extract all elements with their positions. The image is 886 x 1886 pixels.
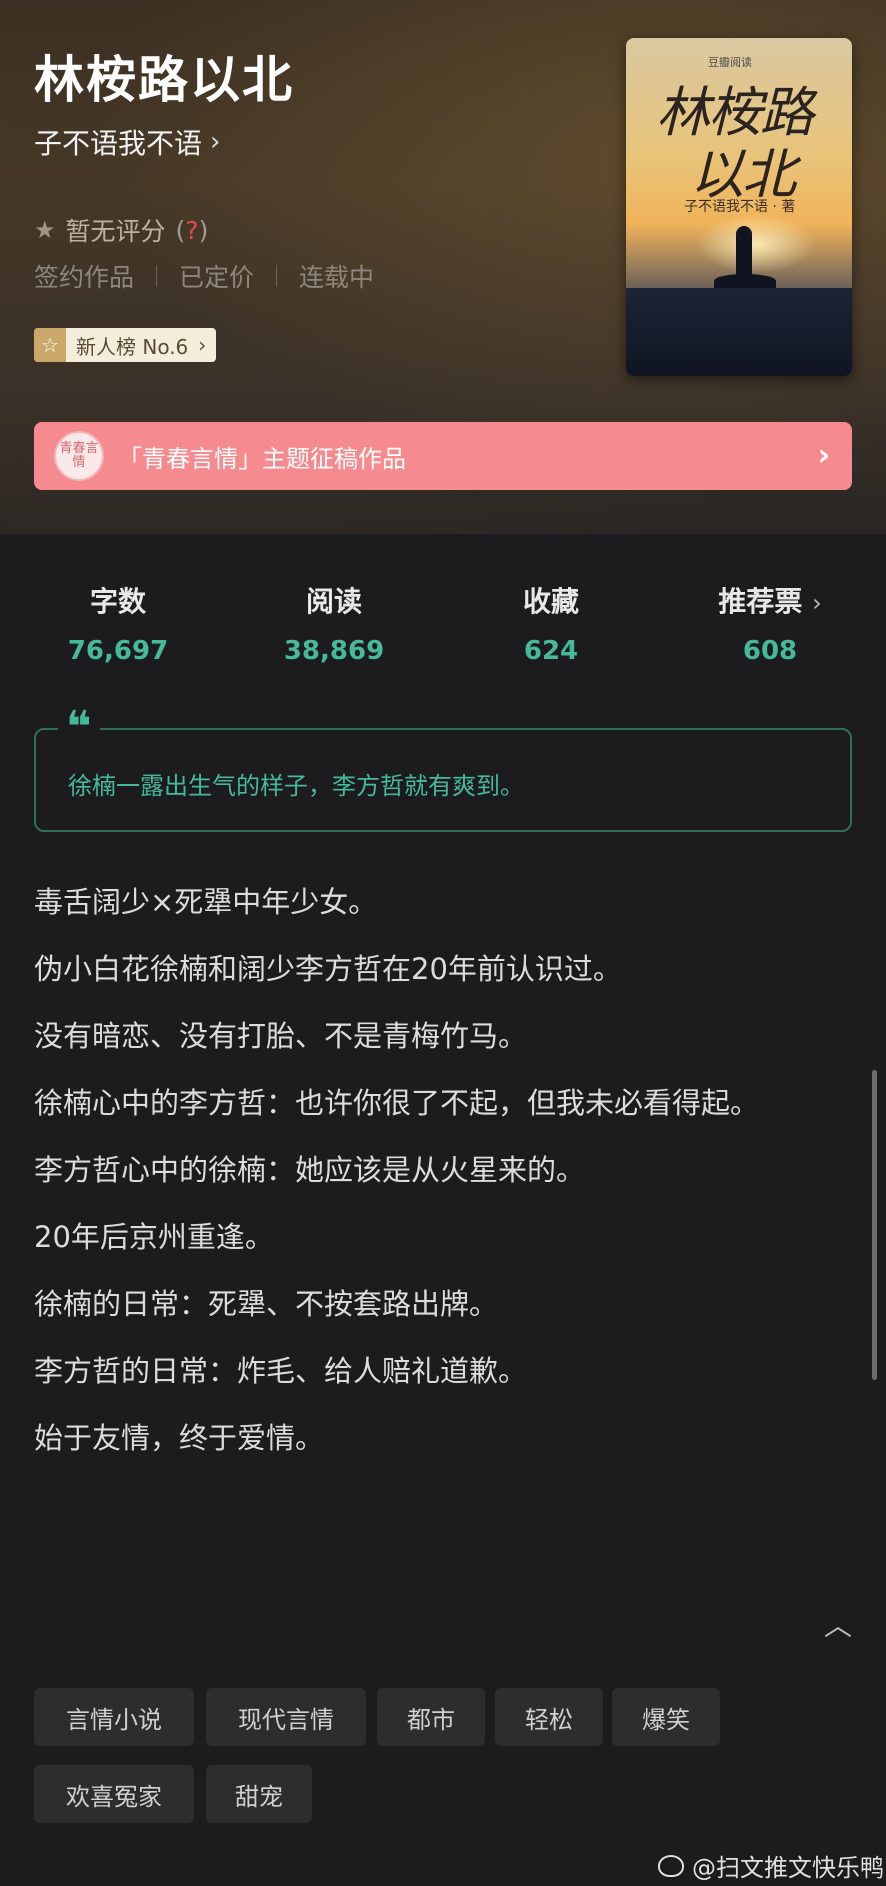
cover-silhouette [736,226,752,280]
stats-row: 字数 76,697 阅读 38,869 收藏 624 推荐票 › 608 [0,580,886,670]
stat-value: 624 [523,636,579,666]
stat-label: 字数 [89,585,146,618]
synopsis-line: 徐楠的日常：死犟、不按套路出牌。 [34,1287,499,1321]
synopsis-line: 20年后京州重逢。 [34,1220,274,1254]
stat-value: 76,697 [67,636,169,666]
book-cover[interactable]: 豆瓣阅读 林桉路 以北 子不语我不语 · 著 [626,38,852,376]
synopsis-line: 始于友情，终于爱情。 [34,1421,325,1455]
tag-chip[interactable]: 言情小说 [34,1688,194,1746]
chevron-right-icon: › [812,589,822,617]
synopsis-line: 李方哲的日常：炸毛、给人赔礼道歉。 [34,1354,528,1388]
quote-icon: ❝ [58,700,100,756]
stat-favorites: 收藏 624 [491,580,611,666]
book-meta: 签约作品 已定价 连载中 [34,258,374,294]
rank-star-icon: ☆ [34,328,66,362]
book-title: 林桉路以北 [34,51,294,109]
synopsis-line: 徐楠心中的李方哲：也许你很了不起，但我未必看得起。 [34,1086,760,1120]
divider [276,265,278,287]
scrollbar[interactable] [872,1070,877,1380]
tag-chip[interactable]: 欢喜冤家 [34,1765,194,1823]
collapse-chevron-up-icon[interactable]: ︿ [824,1604,852,1644]
tag-chip[interactable]: 轻松 [495,1688,603,1746]
tag-chip[interactable]: 都市 [377,1688,485,1746]
cover-author: 子不语我不语 · 著 [684,199,796,215]
author-link[interactable]: 子不语我不语 › [34,122,220,162]
tag-chip[interactable]: 现代言情 [206,1688,366,1746]
promo-text: 「青春言情」主题征稿作品 [118,444,406,473]
rating-help-button[interactable]: (?) [176,216,209,245]
author-name: 子不语我不语 [34,127,203,160]
tag-chip[interactable]: 爆笑 [612,1688,720,1746]
stat-word-count: 字数 76,697 [58,580,178,666]
chevron-right-icon: › [198,333,207,357]
rank-badge[interactable]: ☆ 新人榜 No.6 › [34,328,217,362]
chevron-right-icon: › [817,438,830,473]
meta-signed: 签约作品 [34,263,135,292]
promo-seal-icon: 青春言情 [54,431,104,481]
stat-label: 收藏 [522,585,579,618]
synopsis: 毒舌阔少×死犟中年少女。 伪小白花徐楠和阔少李方哲在20年前认识过。 没有暗恋、… [34,880,834,1483]
meta-priced: 已定价 [179,263,255,292]
meta-status: 连载中 [299,263,375,292]
synopsis-line: 没有暗恋、没有打胎、不是青梅竹马。 [34,1019,528,1053]
promo-banner[interactable]: 青春言情 「青春言情」主题征稿作品 › [34,422,852,490]
rating-row: ★ 暂无评分 (?) [34,212,208,248]
rating-text: 暂无评分 [65,217,166,246]
stat-value: 38,869 [283,636,385,666]
stat-recommend-votes[interactable]: 推荐票 › 608 [700,580,840,666]
stat-label: 阅读 [305,585,362,618]
cover-sunset [696,214,816,274]
stat-value: 608 [742,636,798,666]
watermark-text: @扫文推文快乐鸭 [692,1854,884,1882]
watermark: @扫文推文快乐鸭 [658,1848,884,1883]
synopsis-line: 李方哲心中的徐楠：她应该是从火星来的。 [34,1153,586,1187]
divider [156,265,158,287]
tag-chip[interactable]: 甜宠 [206,1765,312,1823]
chevron-right-icon: › [210,127,221,157]
weibo-icon [658,1854,684,1877]
question-icon: ? [185,215,199,245]
stat-label: 推荐票 › [718,585,822,618]
rank-badge-label: 新人榜 No.6 [76,334,189,359]
cover-sea [626,288,852,376]
stat-reads: 阅读 38,869 [274,580,394,666]
star-icon: ★ [34,216,56,244]
synopsis-line: 伪小白花徐楠和阔少李方哲在20年前认识过。 [34,952,622,986]
synopsis-line: 毒舌阔少×死犟中年少女。 [34,885,378,919]
quote-text: 徐楠一露出生气的样子，李方哲就有爽到。 [68,772,524,800]
